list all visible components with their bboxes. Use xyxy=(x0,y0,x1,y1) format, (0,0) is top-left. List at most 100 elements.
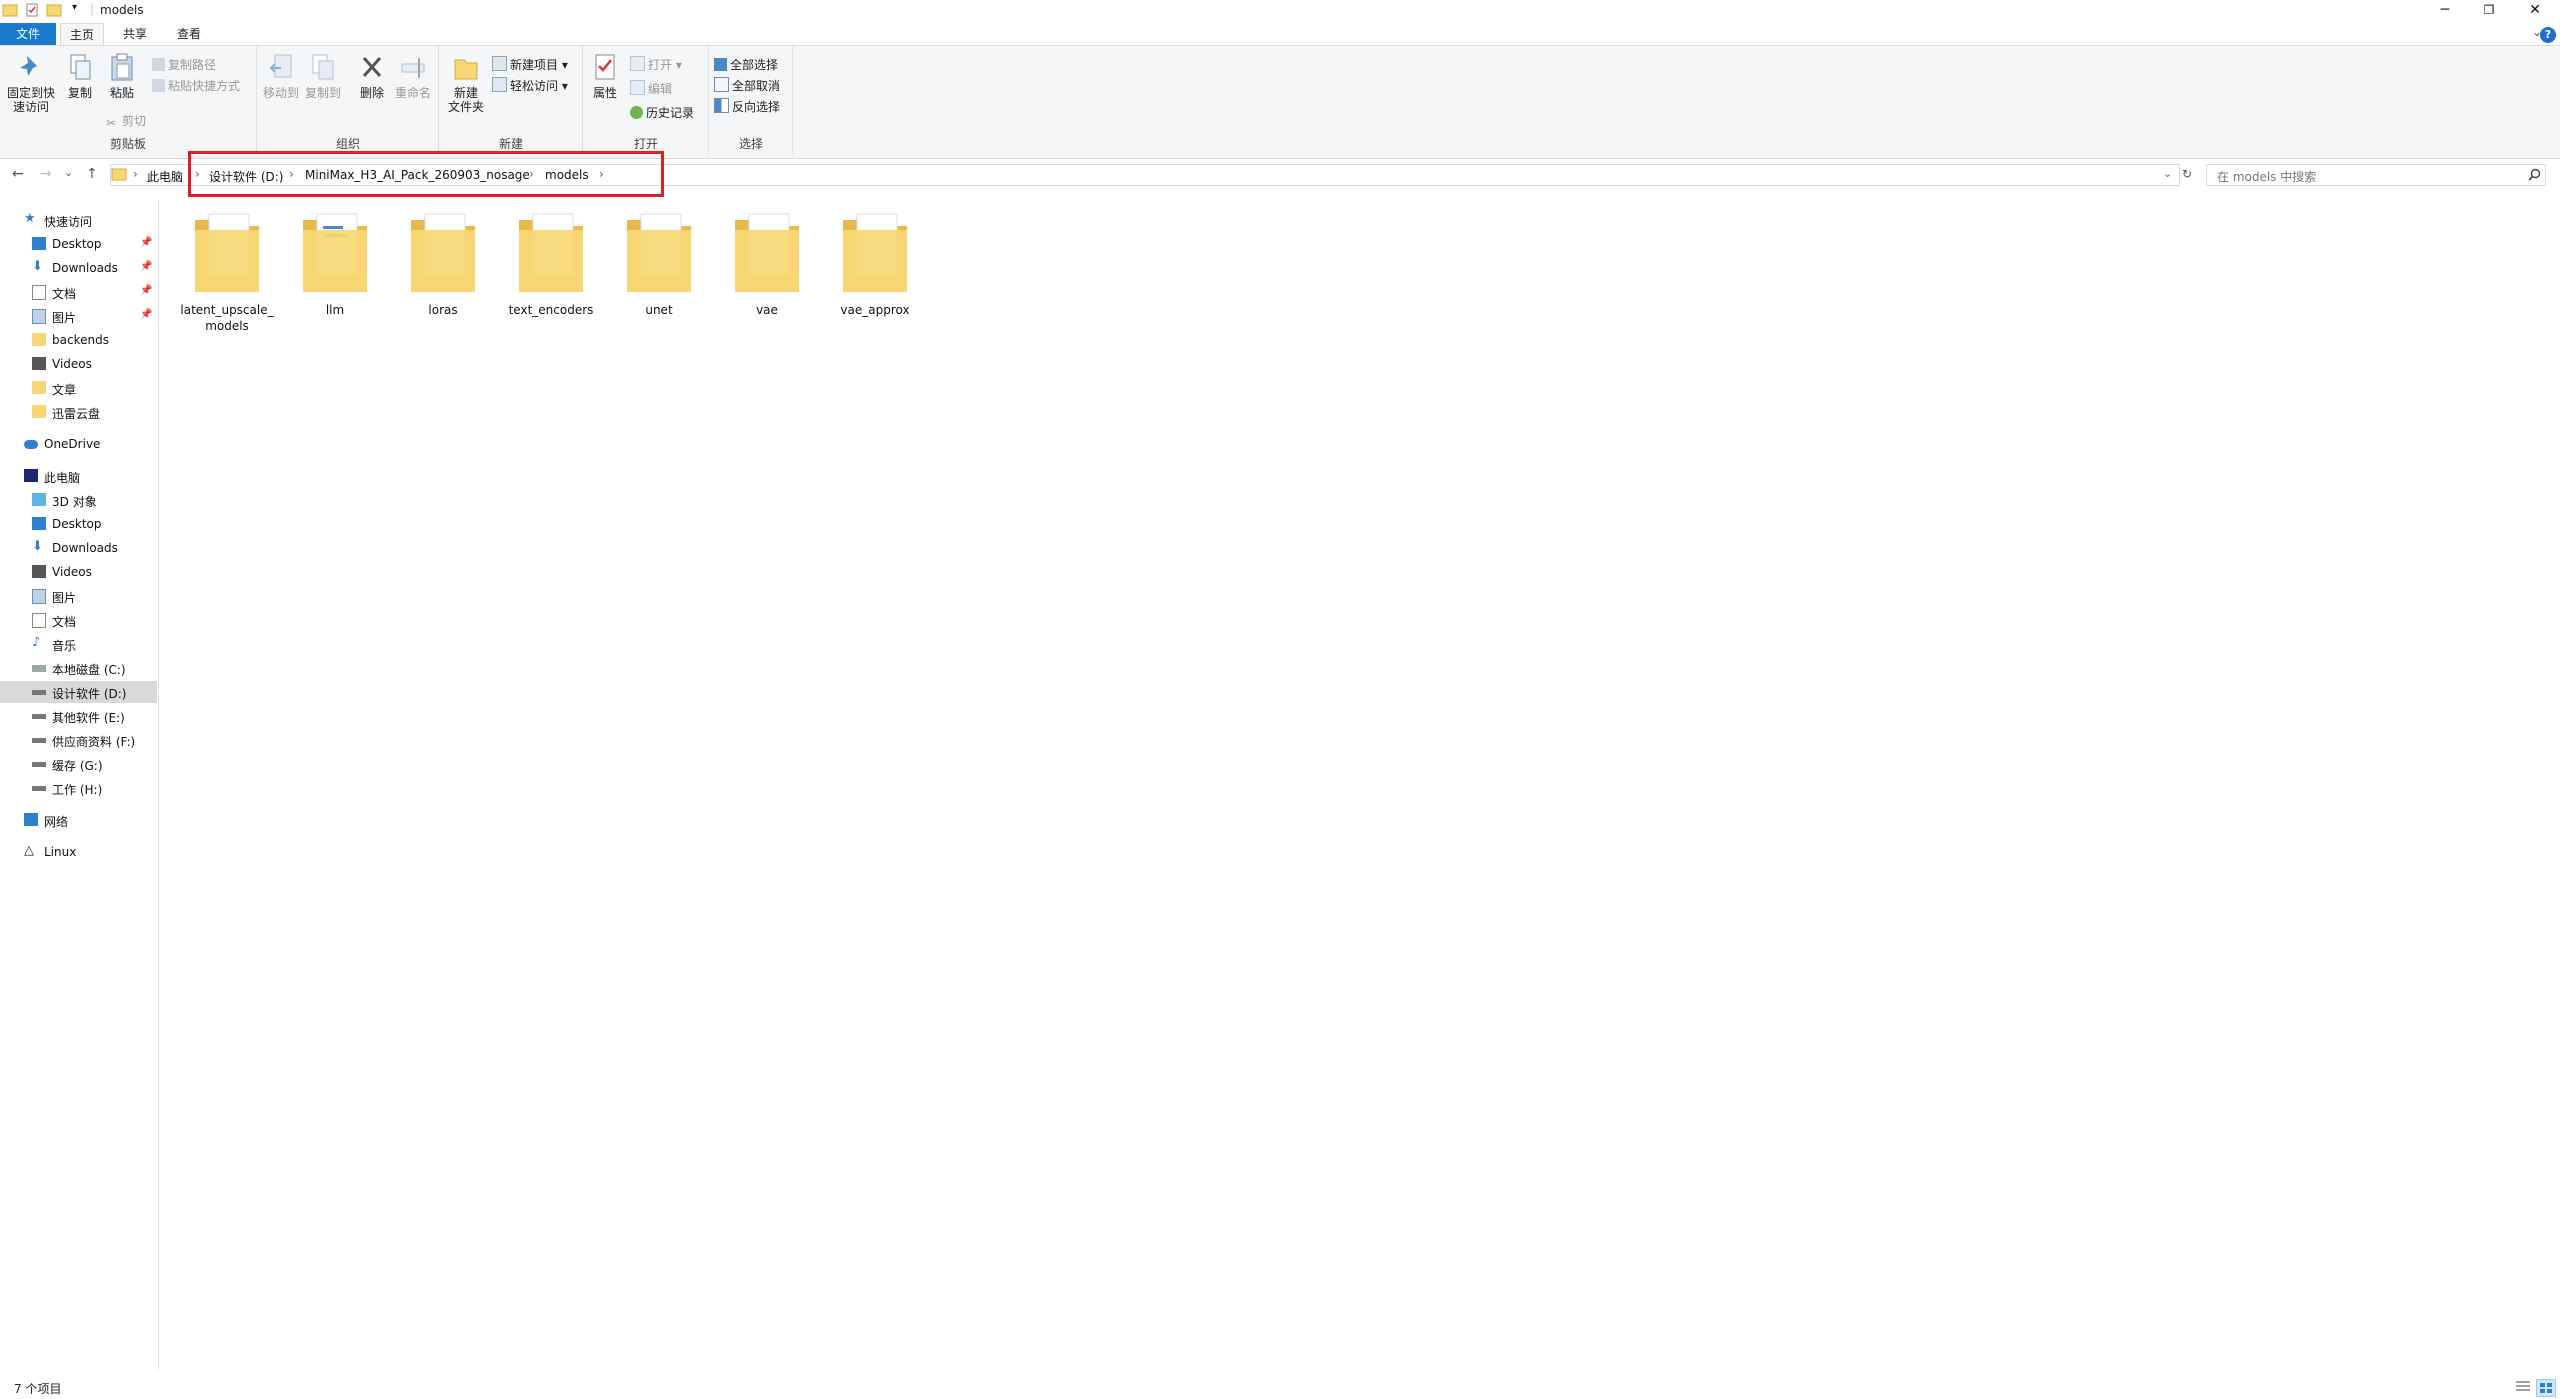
sidebar-item-drive-d[interactable]: 设计软件 (D:) xyxy=(0,681,157,703)
scissors-icon: ✂ xyxy=(106,116,117,130)
drive-icon xyxy=(32,714,46,719)
forward-arrow-icon[interactable]: → xyxy=(40,166,52,182)
ribbon: 固定到快 速访问 复制 粘贴 复制路径 粘贴快捷方式 ✂ 剪切 剪贴板 移动到 复… xyxy=(0,45,2560,159)
sidebar-item-backends[interactable]: backends xyxy=(0,329,157,351)
tab-view[interactable]: 查看 xyxy=(168,23,210,45)
move-to-button[interactable]: 移动到 xyxy=(260,52,302,100)
breadcrumb-this-pc[interactable]: 此电脑 xyxy=(147,168,183,185)
folder-name-line2: models xyxy=(205,319,249,333)
pin-label-line1: 固定到快 xyxy=(6,86,55,100)
sidebar-item-label: 其他软件 (E:) xyxy=(52,711,125,725)
customize-quick-access-icon[interactable]: ▾ xyxy=(72,2,88,18)
sidebar-item-drive-c[interactable]: 本地磁盘 (C:) xyxy=(0,657,157,679)
new-folder-button[interactable]: 新建 文件夹 xyxy=(444,52,488,114)
sidebar-item-label: 文章 xyxy=(52,383,77,397)
sidebar-item-pc-documents[interactable]: 文档 xyxy=(0,609,157,631)
up-arrow-icon[interactable]: ↑ xyxy=(86,166,98,182)
back-arrow-icon[interactable]: ← xyxy=(12,166,24,182)
sidebar-item-pc-videos[interactable]: Videos xyxy=(0,561,157,583)
sidebar-item-pc-downloads[interactable]: ⬇ Downloads xyxy=(0,537,157,559)
paste-shortcut-button[interactable]: 粘贴快捷方式 xyxy=(152,77,240,95)
invert-selection-button[interactable]: 反向选择 xyxy=(714,98,780,116)
sidebar-item-desktop[interactable]: Desktop 📌 xyxy=(0,233,157,255)
rename-button[interactable]: 重命名 xyxy=(392,52,434,100)
sidebar-item-this-pc[interactable]: 此电脑 xyxy=(0,465,157,487)
sidebar-item-videos[interactable]: Videos xyxy=(0,353,157,375)
sidebar-item-drive-h[interactable]: 工作 (H:) xyxy=(0,777,157,799)
copy-button[interactable]: 复制 xyxy=(60,52,100,100)
sidebar-item-music[interactable]: ♪ 音乐 xyxy=(0,633,157,655)
folder-item[interactable]: latent_upscale_ models xyxy=(175,206,279,334)
delete-button[interactable]: 删除 xyxy=(354,52,390,100)
network-icon xyxy=(24,813,38,826)
window-title: models xyxy=(100,3,144,17)
folder-name: llm xyxy=(325,303,345,317)
easy-access-button[interactable]: 轻松访问 ▾ xyxy=(492,77,568,95)
copy-path-button[interactable]: 复制路径 xyxy=(152,56,216,74)
details-view-icon[interactable] xyxy=(2514,1379,2532,1395)
search-box[interactable]: 在 models 中搜索 xyxy=(2206,164,2546,186)
sidebar-item-label: Linux xyxy=(44,845,77,859)
tab-home[interactable]: 主页 xyxy=(60,23,104,46)
tab-file[interactable]: 文件 xyxy=(0,23,56,45)
folder-item[interactable]: vae_approx xyxy=(823,206,927,318)
history-button[interactable]: 历史记录 xyxy=(630,104,694,122)
folder-icon xyxy=(627,213,691,292)
recent-locations-icon[interactable]: ⌄ xyxy=(64,166,73,179)
properties-quick-icon[interactable] xyxy=(24,2,40,18)
sidebar-item-pc-pictures[interactable]: 图片 xyxy=(0,585,157,607)
pin-icon: 📌 xyxy=(140,261,153,272)
paste-button[interactable]: 粘贴 xyxy=(102,52,142,100)
edit-button[interactable]: 编辑 xyxy=(630,80,672,98)
cut-button[interactable]: ✂ 剪切 xyxy=(106,112,146,130)
sidebar-item-drive-g[interactable]: 缓存 (G:) xyxy=(0,753,157,775)
new-folder-quick-icon[interactable] xyxy=(46,2,62,18)
invert-selection-icon xyxy=(714,98,729,113)
drive-icon xyxy=(32,690,46,695)
folder-name: vae_approx xyxy=(840,303,910,317)
select-none-button[interactable]: 全部取消 xyxy=(714,77,780,95)
paste-label: 粘贴 xyxy=(109,86,134,100)
new-group: 新建 文件夹 新建项目 ▾ 轻松访问 ▾ 新建 xyxy=(440,46,583,154)
sidebar-item-pictures[interactable]: 图片 📌 xyxy=(0,305,157,327)
large-icons-view-icon[interactable] xyxy=(2536,1379,2556,1397)
sidebar-item-documents[interactable]: 文档 📌 xyxy=(0,281,157,303)
select-all-button[interactable]: 全部选择 xyxy=(714,56,778,74)
new-item-button[interactable]: 新建项目 ▾ xyxy=(492,56,568,74)
sidebar-item-quick-access[interactable]: ★ 快速访问 xyxy=(0,209,157,231)
refresh-icon[interactable]: ↻ xyxy=(2182,167,2192,181)
maximize-button[interactable]: ❐ xyxy=(2466,0,2512,20)
sidebar-item-onedrive[interactable]: OneDrive xyxy=(0,433,157,455)
sidebar-item-drive-f[interactable]: 供应商资料 (F:) xyxy=(0,729,157,751)
sidebar-item-xunlei[interactable]: 迅雷云盘 xyxy=(0,401,157,423)
minimize-button[interactable]: ─ xyxy=(2422,0,2468,20)
copy-to-button[interactable]: 复制到 xyxy=(302,52,344,100)
sidebar-item-articles[interactable]: 文章 xyxy=(0,377,157,399)
help-icon[interactable]: ? xyxy=(2540,27,2556,43)
sidebar-item-3d-objects[interactable]: 3D 对象 xyxy=(0,489,157,511)
tab-share[interactable]: 共享 xyxy=(114,23,156,45)
folder-item[interactable]: vae xyxy=(715,206,819,318)
sidebar-item-drive-e[interactable]: 其他软件 (E:) xyxy=(0,705,157,727)
pin-quick-access-button[interactable]: 固定到快 速访问 xyxy=(6,52,56,114)
drive-icon xyxy=(32,738,46,743)
cut-label: 剪切 xyxy=(122,114,147,128)
address-highlight-box xyxy=(188,151,664,197)
close-button[interactable]: ✕ xyxy=(2512,0,2558,20)
new-group-label: 新建 xyxy=(498,137,523,151)
address-dropdown-icon[interactable]: ⌄ xyxy=(2163,167,2172,180)
properties-button[interactable]: 属性 xyxy=(588,52,622,100)
sidebar-item-linux[interactable]: △ Linux xyxy=(0,841,157,863)
select-none-label: 全部取消 xyxy=(732,79,781,93)
folder-item[interactable]: loras xyxy=(391,206,495,318)
sidebar-item-network[interactable]: 网络 xyxy=(0,809,157,831)
search-icon[interactable] xyxy=(2528,168,2541,181)
sidebar-item-pc-desktop[interactable]: Desktop xyxy=(0,513,157,535)
folder-item[interactable]: text_encoders xyxy=(499,206,603,318)
folder-item[interactable]: unet xyxy=(607,206,711,318)
sidebar-item-label: 文档 xyxy=(52,287,77,301)
open-button[interactable]: 打开 ▾ xyxy=(630,56,682,74)
sidebar-item-downloads[interactable]: ⬇ Downloads 📌 xyxy=(0,257,157,279)
folder-icon xyxy=(195,213,259,292)
folder-item[interactable]: llm xyxy=(283,206,387,318)
